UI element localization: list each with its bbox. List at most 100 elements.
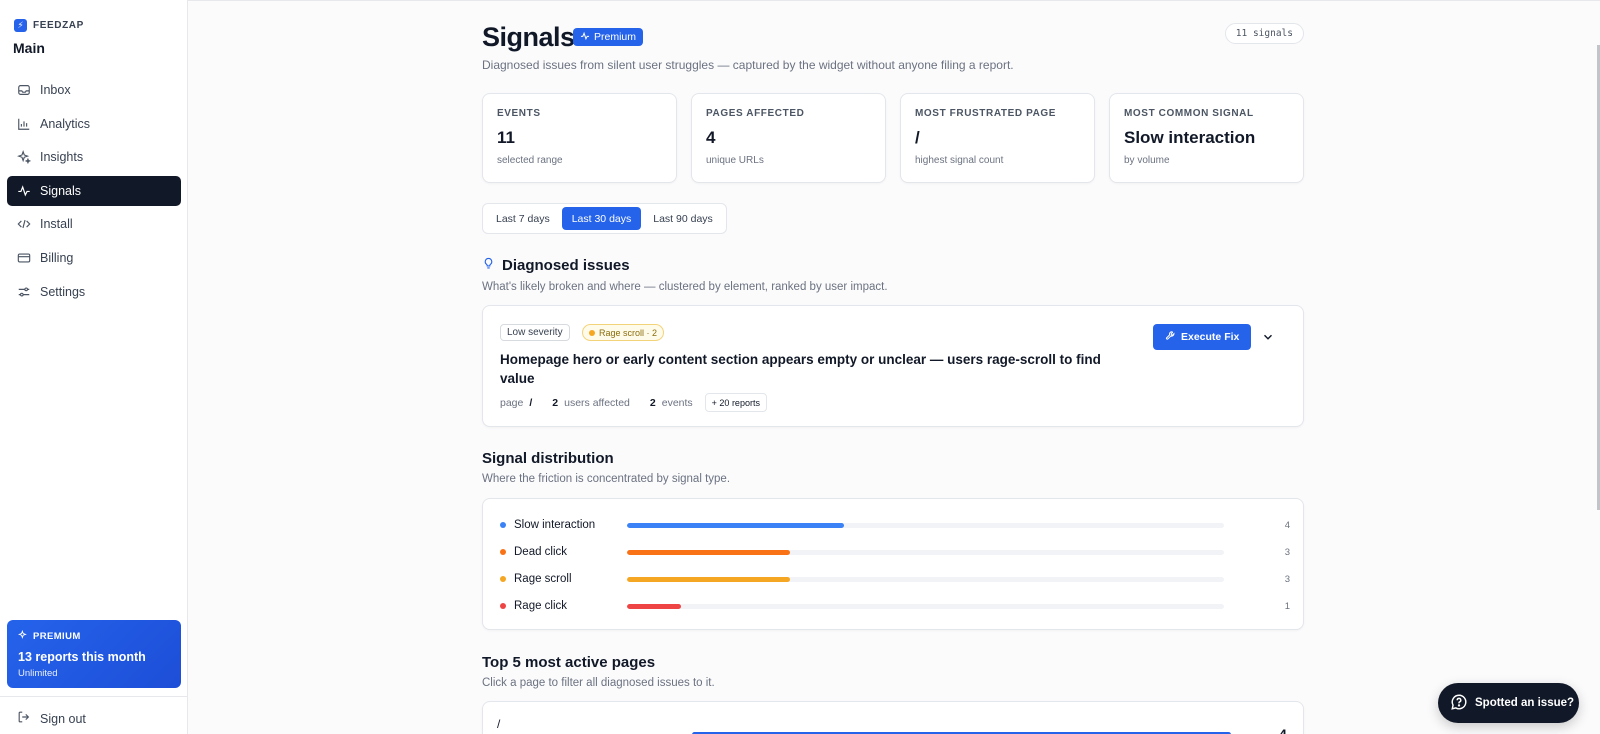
sidebar-item-settings[interactable]: Settings <box>7 277 181 307</box>
sidebar: ⚡ FEEDZAP Main Inbox Analytics Insights <box>0 0 188 734</box>
sidebar-item-label: Inbox <box>40 83 71 97</box>
stat-value: / <box>915 128 920 147</box>
sidebar-item-analytics[interactable]: Analytics <box>7 109 181 139</box>
diagnosed-issues-subtitle: What's likely broken and where — cluster… <box>482 281 888 293</box>
brand: ⚡ FEEDZAP <box>14 19 84 32</box>
signal-count: 3 <box>1284 573 1290 585</box>
sign-out-button[interactable]: Sign out <box>17 710 86 727</box>
series-dot <box>500 522 506 528</box>
bolt-icon: ⚡ <box>14 19 27 32</box>
sidebar-item-label: Signals <box>40 183 81 198</box>
signal-count-pill: 11 signals <box>1224 23 1304 44</box>
stat-card-events: EVENTS 11 selected range <box>482 93 677 183</box>
distribution-track <box>627 604 1224 609</box>
sign-out-label: Sign out <box>40 711 86 726</box>
stat-value: 4 <box>706 128 716 147</box>
promo-tag: PREMIUM <box>17 629 170 643</box>
top-pages-heading: Top 5 most active pages <box>482 654 656 671</box>
chevron-down-icon[interactable] <box>1259 328 1277 346</box>
distribution-row: Rage click 1 <box>500 598 1290 614</box>
sidebar-item-label: Settings <box>40 284 86 299</box>
promo-subtitle: Unlimited <box>18 668 58 679</box>
premium-badge: Premium <box>573 28 644 46</box>
sidebar-item-insights[interactable]: Insights <box>7 142 181 172</box>
premium-promo-card[interactable]: PREMIUM 13 reports this month Unlimited <box>7 620 181 688</box>
signal-distribution-subtitle: Where the friction is concentrated by si… <box>482 473 731 485</box>
range-last-30-days[interactable]: Last 30 days <box>561 207 642 230</box>
sidebar-item-label: Insights <box>40 150 84 165</box>
sidebar-item-label: Analytics <box>40 116 91 131</box>
distribution-bar <box>627 550 790 555</box>
events-label: events <box>661 396 693 409</box>
signal-distribution-card: Slow interaction 4 Dead click 3 Rage scr… <box>482 498 1304 630</box>
distribution-bar <box>627 577 790 582</box>
page-subtitle: Diagnosed issues from silent user strugg… <box>482 58 1014 72</box>
signal-count: 1 <box>1284 600 1290 612</box>
sidebar-item-label: Billing <box>40 250 74 265</box>
execute-fix-button[interactable]: Execute Fix <box>1153 324 1252 350</box>
sliders-icon <box>17 285 31 299</box>
bar-chart-icon <box>17 117 31 131</box>
log-out-icon <box>17 710 31 727</box>
stat-label: PAGES AFFECTED <box>706 108 805 119</box>
lightbulb-icon <box>482 257 495 274</box>
sidebar-item-label: Install <box>40 217 73 232</box>
stat-subtext: by volume <box>1124 155 1170 166</box>
inbox-icon <box>17 83 31 97</box>
signal-name: Slow interaction <box>514 519 596 531</box>
promo-tag-label: PREMIUM <box>33 631 81 642</box>
sidebar-item-billing[interactable]: Billing <box>7 243 181 273</box>
distribution-bar <box>627 523 845 528</box>
premium-badge-label: Premium <box>594 31 637 43</box>
top-border <box>0 0 1600 1</box>
top-pages-subtitle: Click a page to filter all diagnosed iss… <box>482 677 715 689</box>
signal-type-badge: Rage scroll · 2 <box>582 324 665 341</box>
issue-title: Homepage hero or early content section a… <box>500 352 1101 386</box>
distribution-row: Dead click 3 <box>500 544 1290 560</box>
range-last-7-days[interactable]: Last 7 days <box>486 207 560 230</box>
stat-subtext: selected range <box>497 155 563 166</box>
series-dot <box>500 549 506 555</box>
events-count: 2 <box>649 396 656 409</box>
severity-badge: Low severity <box>500 324 570 341</box>
signal-name: Rage click <box>514 600 568 612</box>
promo-title: 13 reports this month <box>18 650 146 664</box>
workspace-name[interactable]: Main <box>13 40 45 56</box>
top-pages-card: / 4 <box>482 701 1304 734</box>
page-count: 4 <box>1279 726 1287 734</box>
issue-card[interactable]: Low severity Rage scroll · 2 Homepage he… <box>482 305 1304 427</box>
distribution-track <box>627 577 1224 582</box>
help-chat-icon <box>1450 693 1468 714</box>
sidebar-item-signals[interactable]: Signals <box>7 175 181 206</box>
spotted-an-issue-button[interactable]: Spotted an issue? <box>1438 683 1579 723</box>
diagnosed-issues-heading: Diagnosed issues <box>482 257 630 274</box>
date-range-toggle: Last 7 days Last 30 days Last 90 days <box>482 203 727 234</box>
signal-type-label: Rage scroll · 2 <box>599 327 658 338</box>
signal-count: 4 <box>1284 519 1290 531</box>
stat-label: MOST COMMON SIGNAL <box>1124 108 1254 119</box>
page-title: Signals <box>482 22 575 52</box>
signal-name: Dead click <box>514 546 568 558</box>
signal-dot <box>589 329 595 336</box>
sidebar-item-install[interactable]: Install <box>7 209 181 239</box>
distribution-track <box>627 523 1224 528</box>
stat-card-most-frustrated-page: MOST FRUSTRATED PAGE / highest signal co… <box>900 93 1095 183</box>
execute-fix-label: Execute Fix <box>1181 331 1240 343</box>
signal-name: Rage scroll <box>514 573 572 585</box>
issue-meta: page / 2 users affected 2 events + 20 re… <box>500 393 767 412</box>
credit-card-icon <box>17 251 31 265</box>
brand-name: FEEDZAP <box>33 20 84 31</box>
spotted-an-issue-label: Spotted an issue? <box>1475 697 1575 709</box>
stat-subtext: highest signal count <box>915 155 1004 166</box>
distribution-track <box>627 550 1224 555</box>
range-last-90-days[interactable]: Last 90 days <box>643 207 723 230</box>
distribution-bar <box>627 604 682 609</box>
activity-icon <box>580 31 590 44</box>
wrench-icon <box>1165 330 1176 344</box>
signal-count: 3 <box>1284 546 1290 558</box>
stat-value: 11 <box>497 128 515 147</box>
stat-card-most-common-signal: MOST COMMON SIGNAL Slow interaction by v… <box>1109 93 1304 183</box>
sparkles-icon <box>17 629 28 643</box>
sidebar-item-inbox[interactable]: Inbox <box>7 75 181 105</box>
reports-chip[interactable]: + 20 reports <box>704 393 767 412</box>
